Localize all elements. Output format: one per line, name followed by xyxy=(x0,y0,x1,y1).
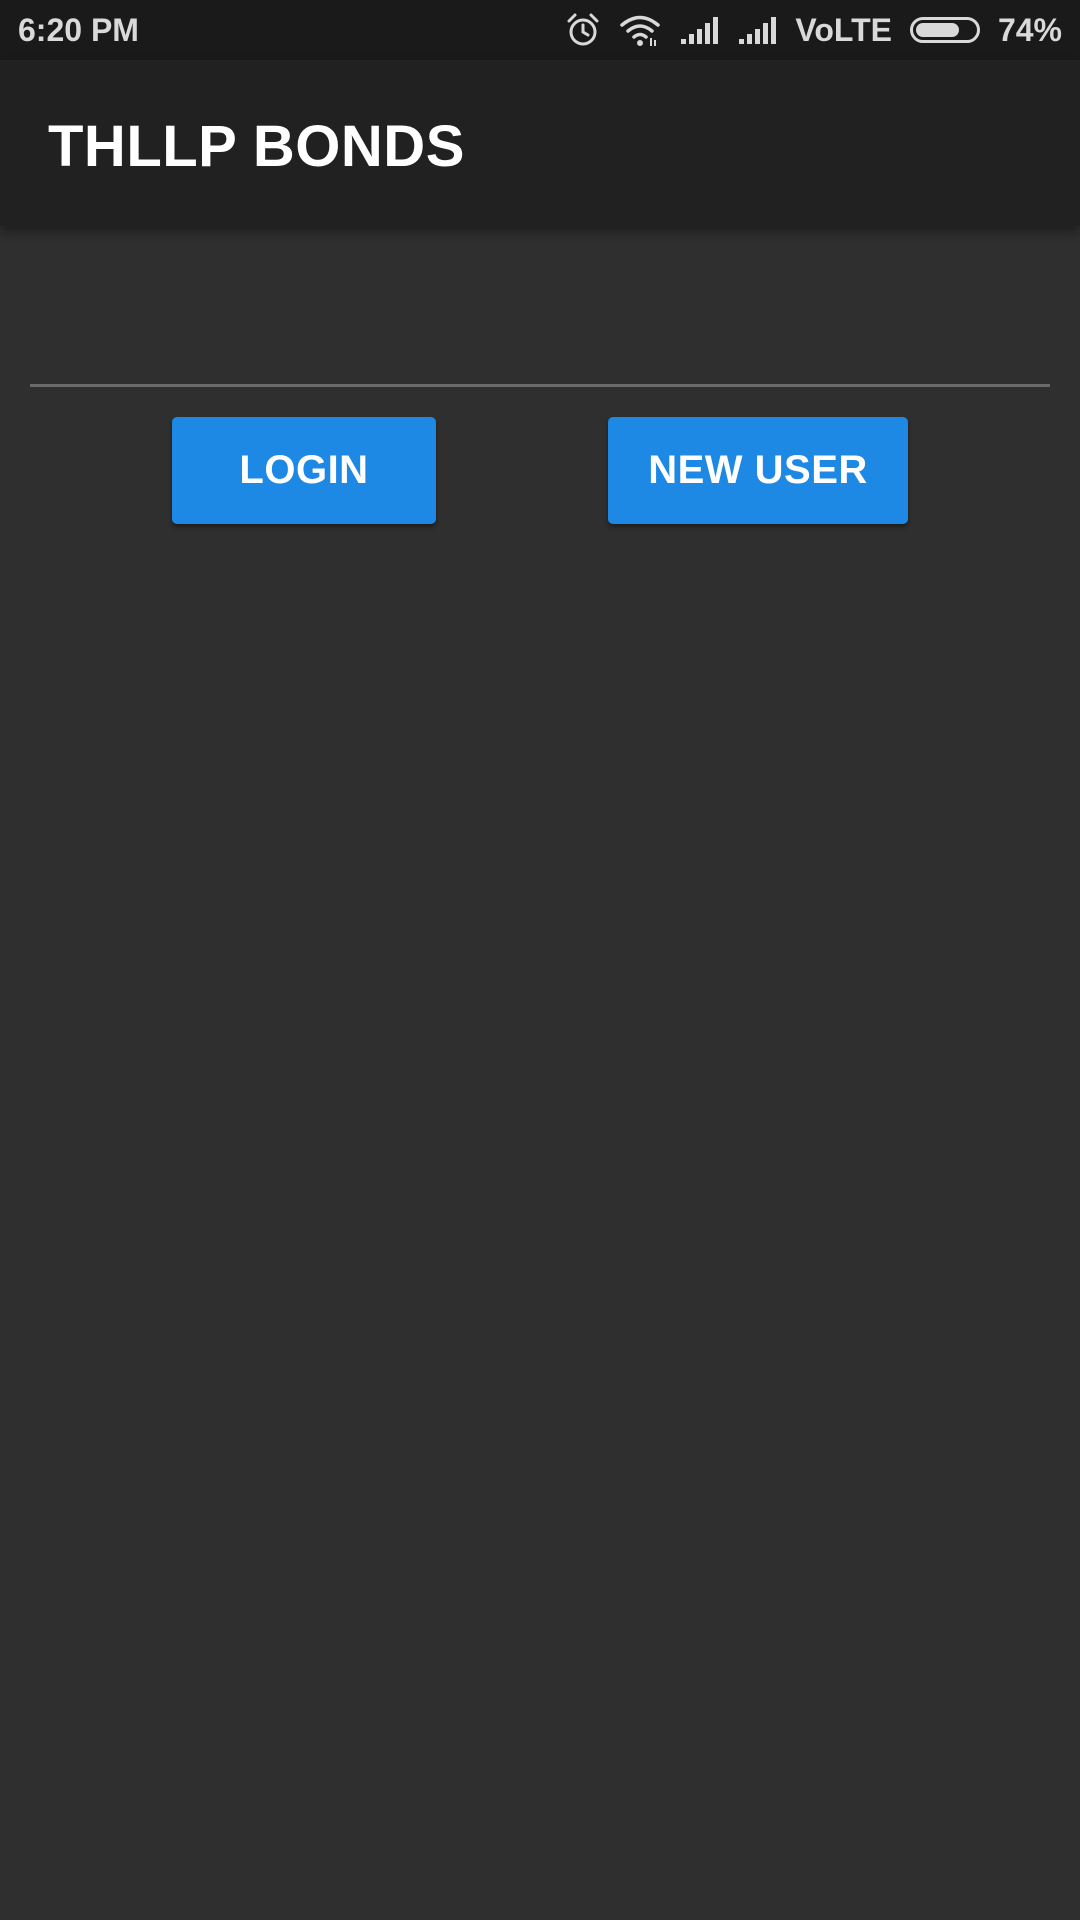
app-bar: THLLP BONDS xyxy=(0,60,1080,226)
status-time: 6:20 PM xyxy=(18,12,139,48)
status-bar: 6:20 PM VoLTE 74% xyxy=(0,0,1080,60)
signal-icon xyxy=(679,15,719,45)
signal-icon xyxy=(737,15,777,45)
app-screen: 6:20 PM VoLTE 74% THLLP BONDS LOGIN NEW … xyxy=(0,0,1080,1920)
new-user-button[interactable]: NEW USER xyxy=(608,417,908,524)
battery-percent: 74% xyxy=(997,12,1062,48)
input-underline[interactable] xyxy=(30,384,1050,387)
battery-level xyxy=(915,23,959,37)
alarm-icon xyxy=(565,12,601,48)
status-icons: VoLTE 74% xyxy=(565,8,1062,52)
battery-icon xyxy=(909,17,980,43)
login-button[interactable]: LOGIN xyxy=(172,417,436,524)
wifi-icon xyxy=(619,12,661,48)
app-title: THLLP BONDS xyxy=(48,114,465,179)
network-type-label: VoLTE xyxy=(795,12,892,48)
